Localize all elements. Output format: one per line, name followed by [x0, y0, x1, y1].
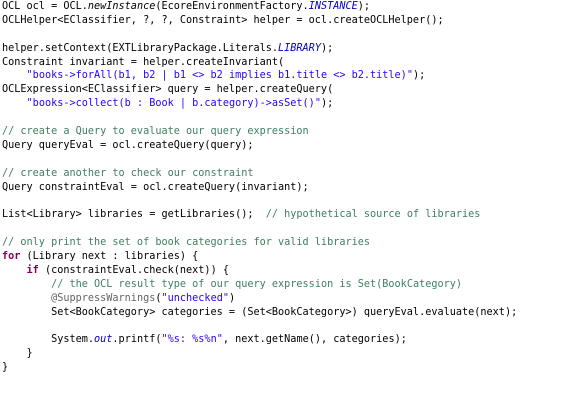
- code-token: Constraint invariant = helper.createInva…: [2, 56, 285, 68]
- code-token: );: [412, 70, 426, 82]
- code-token: OCLHelper<EClassifier, ?, ?, Constraint>…: [2, 14, 444, 26]
- string-literal: "books->collect(b : Book | b.category)->…: [26, 98, 321, 110]
- code-token: ): [228, 292, 236, 304]
- code-token: (Library next : libraries) {: [20, 251, 199, 263]
- code-token: (constraintEval.check(next)) {: [38, 264, 229, 276]
- keyword-token: for: [2, 251, 21, 263]
- keyword-token: if: [26, 264, 39, 276]
- comment-token: // create another to check our constrain…: [2, 167, 254, 179]
- code-token: Query queryEval = ocl.createQuery(query)…: [2, 139, 254, 151]
- code-token: , next.getName(), categories);: [222, 334, 407, 346]
- static-field-token: out: [94, 334, 113, 346]
- code-line: }: [2, 361, 586, 375]
- code-line: Query queryEval = ocl.createQuery(query)…: [2, 139, 586, 153]
- code-token: System.: [2, 334, 95, 346]
- comment-token: // create a Query to evaluate our query …: [2, 126, 309, 138]
- comment-token: // hypothetical source of libraries: [265, 209, 481, 221]
- code-line: // the OCL result type of our query expr…: [2, 278, 586, 292]
- code-line: Set<BookCategory> categories = (Set<Book…: [2, 306, 586, 320]
- static-field-token: INSTANCE: [308, 1, 358, 12]
- code-line: List<Library> libraries = getLibraries()…: [2, 208, 586, 222]
- code-line: // create a Query to evaluate our query …: [2, 125, 586, 139]
- code-token: );: [357, 1, 371, 12]
- code-line: for (Library next : libraries) {: [2, 250, 586, 264]
- code-token: );: [320, 98, 334, 110]
- code-token: OCL ocl = OCL.: [2, 1, 88, 12]
- comment-token: // only print the set of book categories…: [2, 237, 371, 249]
- code-line: if (constraintEval.check(next)) {: [2, 264, 586, 278]
- code-token: helper.setContext(EXTLibraryPackage.Lite…: [2, 42, 279, 54]
- string-literal: "books->forAll(b1, b2 | b1 <> b2 implies…: [26, 70, 413, 82]
- code-line: OCL ocl = OCL.newInstance(EcoreEnvironme…: [2, 0, 586, 14]
- code-line: // only print the set of book categories…: [2, 236, 586, 250]
- code-line: }: [2, 347, 586, 361]
- comment-token: // the OCL result type of our query expr…: [51, 278, 463, 290]
- code-line: Query constraintEval = ocl.createQuery(i…: [2, 181, 586, 195]
- code-token: List<Library> libraries = getLibraries()…: [2, 209, 266, 221]
- code-line: OCLHelper<EClassifier, ?, ?, Constraint>…: [2, 14, 586, 28]
- string-literal: "unchecked": [161, 292, 229, 304]
- code-token: Set<BookCategory> categories = (Set<Book…: [2, 306, 518, 318]
- static-method-token: newInstance: [87, 1, 156, 12]
- code-line: "books->forAll(b1, b2 | b1 <> b2 implies…: [2, 69, 586, 83]
- code-token: }: [2, 348, 33, 360]
- code-token: );: [320, 42, 334, 54]
- code-token: (EcoreEnvironmentFactory.: [155, 1, 309, 12]
- code-line: helper.setContext(EXTLibraryPackage.Lite…: [2, 42, 586, 56]
- static-field-token: LIBRARY: [278, 42, 321, 54]
- code-line: System.out.printf("%s: %s%n", next.getNa…: [2, 333, 586, 347]
- code-line: @SuppressWarnings("unchecked"): [2, 292, 586, 306]
- code-line: Constraint invariant = helper.createInva…: [2, 56, 586, 70]
- annotation-token: @SuppressWarnings: [51, 292, 156, 304]
- code-token: }: [2, 362, 9, 374]
- code-token: .printf(: [112, 334, 162, 346]
- code-token: OCLExpression<EClassifier> query = helpe…: [2, 84, 334, 96]
- code-line: // create another to check our constrain…: [2, 167, 586, 181]
- string-literal: "%s: %s%n": [161, 334, 223, 346]
- code-editor[interactable]: OCL ocl = OCL.newInstance(EcoreEnvironme…: [0, 0, 586, 402]
- code-token: Query constraintEval = ocl.createQuery(i…: [2, 181, 309, 193]
- code-line: OCLExpression<EClassifier> query = helpe…: [2, 83, 586, 97]
- code-line: "books->collect(b : Book | b.category)->…: [2, 97, 586, 111]
